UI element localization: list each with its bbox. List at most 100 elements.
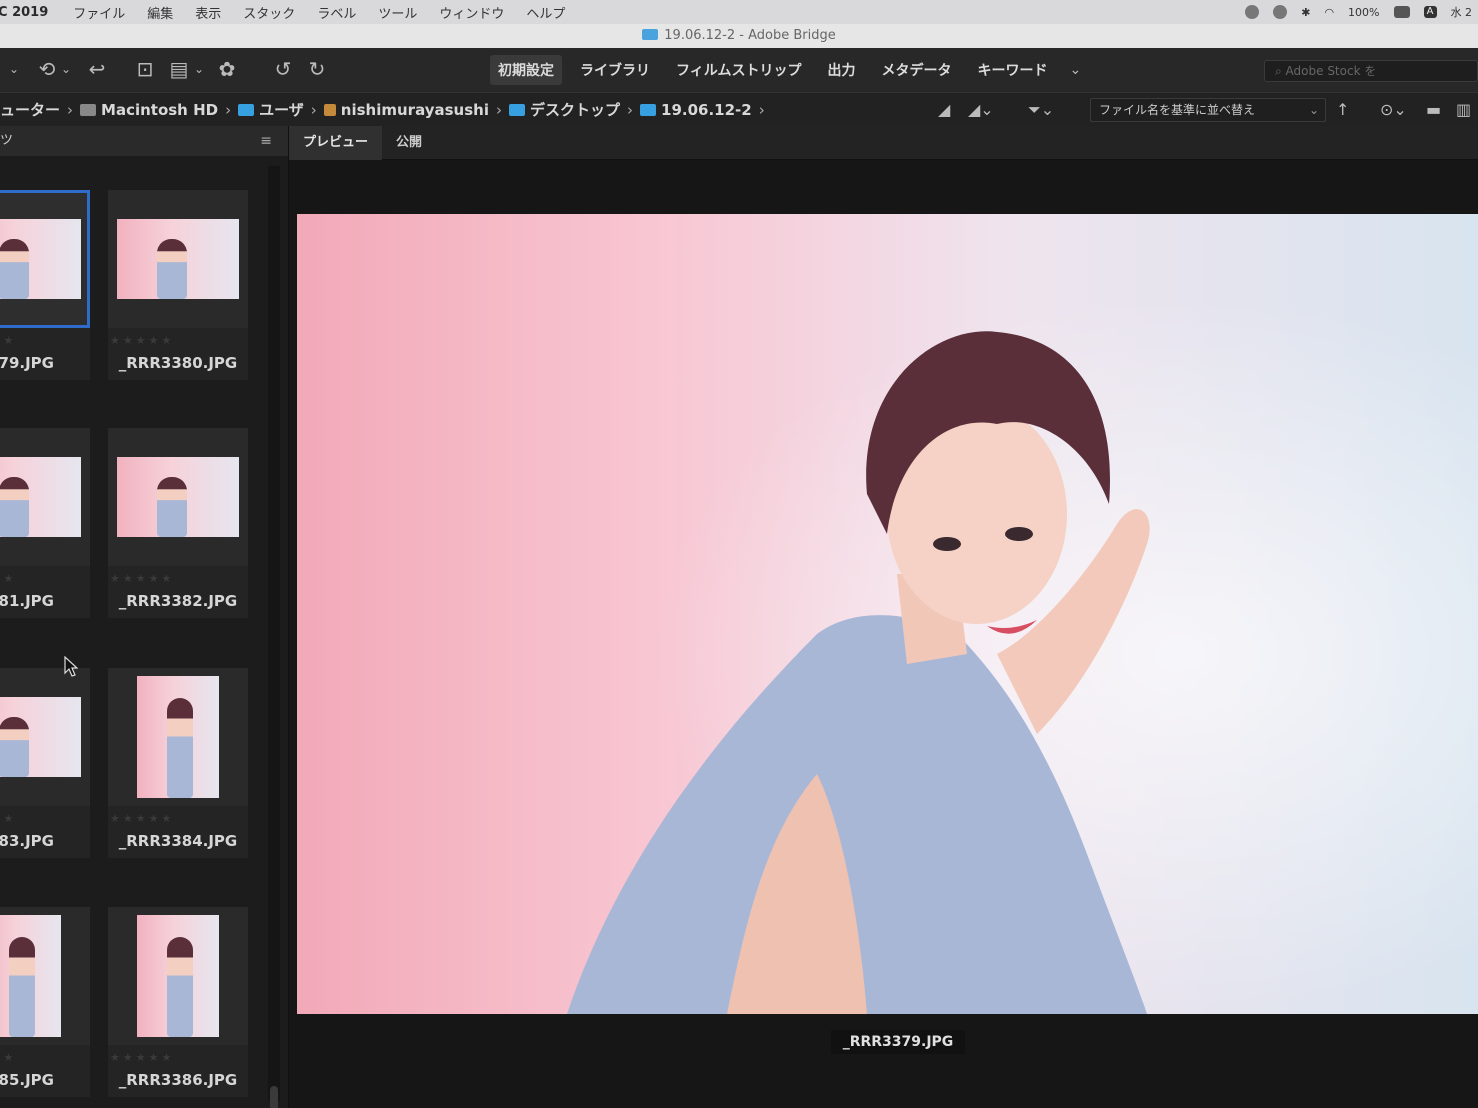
menubar-clock[interactable]: 水 2 (1451, 4, 1473, 20)
breadcrumb-current-folder[interactable]: 19.06.12-2 › (640, 101, 772, 119)
trash-icon[interactable]: ▥ (1456, 99, 1471, 121)
recent-history-icon[interactable]: ⟲ (36, 58, 58, 80)
breadcrumb: ューター › Macintosh HD › ユーザ › nishimurayasush… (0, 99, 772, 120)
bluetooth-icon[interactable]: ✱ (1301, 6, 1310, 19)
camera-import-icon[interactable]: ⊡ (134, 58, 156, 80)
rating-stars[interactable]: ★★★★★ (0, 334, 16, 347)
workspace-output[interactable]: 出力 (819, 55, 863, 85)
rotate-right-icon[interactable]: ↻ (306, 58, 328, 80)
workspace-keywords[interactable]: キーワード (969, 55, 1055, 85)
rating-stars[interactable]: ★★★★★ (0, 1051, 16, 1064)
sort-ascending-icon[interactable]: ↑ (1336, 99, 1349, 121)
workspace-metadata[interactable]: メタデータ (873, 55, 959, 85)
portrait-photo (297, 214, 1478, 1014)
rating-stars[interactable]: ★★★★★ (110, 572, 174, 585)
thumbnail-figure (0, 239, 29, 299)
scrollbar-thumb[interactable] (270, 1086, 278, 1108)
rating-stars[interactable]: ★★★★★ (110, 334, 174, 347)
thumbnail-item[interactable]: ★★★★★ 83.JPG (0, 668, 90, 858)
search-placeholder: Adobe Stock を (1285, 64, 1377, 78)
thumbnail-image (0, 457, 81, 537)
breadcrumb-computer[interactable]: ューター › (0, 99, 80, 120)
menu-label[interactable]: ラベル (306, 3, 367, 22)
thumbnail-item[interactable]: ★★★★★ 85.JPG (0, 907, 90, 1097)
breadcrumb-label: ューター (0, 101, 61, 119)
adobe-stock-search[interactable]: ⌕ Adobe Stock を (1264, 60, 1478, 82)
chevron-down-icon[interactable]: ⌄ (60, 58, 72, 80)
workspace-filmstrip[interactable]: フィルムストリップ (668, 55, 809, 85)
thumbnail-image (117, 219, 239, 299)
menu-stack[interactable]: スタック (232, 3, 306, 22)
thumbnail-filename: _RRR3382.JPG (118, 592, 238, 610)
menu-help[interactable]: ヘルプ (515, 3, 576, 22)
thumbnail-filename: 79.JPG (0, 354, 54, 372)
rating-filter-icon[interactable]: ◢⌄ (968, 99, 994, 121)
thumbnail-item[interactable]: ★★★★★ _RRR3382.JPG (108, 428, 248, 618)
battery-icon[interactable] (1393, 6, 1410, 18)
content-scrollbar[interactable] (268, 166, 280, 1108)
open-recent-icon[interactable]: ⊙⌄ (1380, 99, 1407, 121)
thumbnail-image (0, 697, 81, 777)
chevron-down-icon[interactable]: ⌄ (8, 58, 20, 80)
menu-edit[interactable]: 編集 (136, 3, 184, 22)
thumbnail-image (0, 219, 81, 299)
chevron-right-icon: › (225, 100, 232, 119)
rotate-left-icon[interactable]: ↺ (272, 58, 294, 80)
breadcrumb-label: nishimurayasushi (340, 100, 489, 119)
quality-icon[interactable]: ◢ (938, 99, 950, 121)
panel-menu-icon[interactable]: ≡ (260, 126, 272, 156)
breadcrumb-label: デスクトップ (530, 101, 621, 119)
thumbnail-filename: 83.JPG (0, 832, 54, 850)
breadcrumb-home[interactable]: nishimurayasushi › (323, 100, 509, 119)
chevron-right-icon: › (496, 100, 502, 119)
new-folder-icon[interactable]: ▬ (1426, 99, 1441, 121)
menu-view[interactable]: 表示 (184, 3, 232, 22)
main-toolbar: ⌄ ⟲ ⌄ ↩ ⊡ ▤ ⌄ ✿ ↺ ↻ 初期設定 ライブラリ フィルムストリップ… (0, 48, 1478, 92)
thumbnail-item[interactable]: ★★★★★ _RRR3386.JPG (108, 907, 248, 1097)
breadcrumb-label: 19.06.12-2 (661, 100, 752, 119)
thumbnail-item[interactable]: ★★★★★ 79.JPG (0, 190, 90, 380)
menubar-app-name[interactable]: C 2019 (0, 5, 62, 20)
preview-filename: _RRR3379.JPG (831, 1030, 965, 1054)
content-panel-header: ツ ≡ (0, 126, 288, 156)
rating-stars[interactable]: ★★★★★ (110, 1051, 174, 1064)
breadcrumb-desktop[interactable]: デスクトップ › (509, 99, 640, 120)
breadcrumb-macintosh-hd[interactable]: Macintosh HD › (80, 101, 238, 119)
breadcrumb-users[interactable]: ユーザ › (238, 99, 324, 120)
sort-dropdown[interactable]: ファイル名を基準に並べ替え ⌄ (1090, 98, 1326, 122)
workspace-libraries[interactable]: ライブラリ (572, 55, 658, 85)
preview-tabs: プレビュー 公開 (289, 125, 1478, 160)
window-title: 19.06.12-2 - Adobe Bridge (664, 28, 836, 43)
chevron-down-icon: ⌄ (1308, 103, 1319, 117)
tab-publish[interactable]: 公開 (382, 126, 436, 160)
rating-stars[interactable]: ★★★★★ (0, 572, 16, 585)
thumbnail-filename: 85.JPG (0, 1071, 54, 1089)
thumbnail-item[interactable]: ★★★★★ _RRR3380.JPG (108, 190, 248, 380)
preview-image[interactable] (297, 214, 1478, 1014)
dropbox-icon[interactable] (1273, 5, 1288, 19)
filter-icon[interactable]: ⏷⌄ (1028, 99, 1054, 121)
refine-icon[interactable]: ▤ (168, 58, 190, 80)
rating-stars[interactable]: ★★★★★ (110, 812, 174, 825)
wifi-icon[interactable]: ◠ (1324, 6, 1334, 19)
thumbnail-figure (157, 477, 187, 537)
home-icon (323, 103, 336, 116)
rating-stars[interactable]: ★★★★★ (0, 812, 16, 825)
thumbnail-item[interactable]: ★★★★★ _RRR3384.JPG (108, 668, 248, 858)
breadcrumb-label: ユーザ (259, 101, 304, 119)
input-source-indicator[interactable]: A (1423, 6, 1437, 18)
menu-window[interactable]: ウィンドウ (428, 3, 515, 22)
menu-file[interactable]: ファイル (62, 3, 136, 22)
thumbnail-item[interactable]: ★★★★★ 81.JPG (0, 428, 90, 618)
chevron-down-icon[interactable]: ⌄ (1069, 62, 1081, 78)
sort-label: ファイル名を基準に並べ替え (1099, 103, 1256, 117)
tab-preview[interactable]: プレビュー (289, 125, 383, 160)
chevron-down-icon[interactable]: ⌄ (193, 58, 205, 80)
menu-tools[interactable]: ツール (367, 3, 428, 22)
thumbnail-filename: _RRR3380.JPG (118, 354, 238, 372)
camera-raw-icon[interactable]: ✿ (216, 58, 238, 80)
creative-cloud-icon[interactable] (1245, 5, 1260, 19)
workspace-essentials[interactable]: 初期設定 (490, 55, 562, 85)
thumbnail-figure (9, 937, 35, 1037)
boomerang-icon[interactable]: ↩ (86, 58, 108, 80)
